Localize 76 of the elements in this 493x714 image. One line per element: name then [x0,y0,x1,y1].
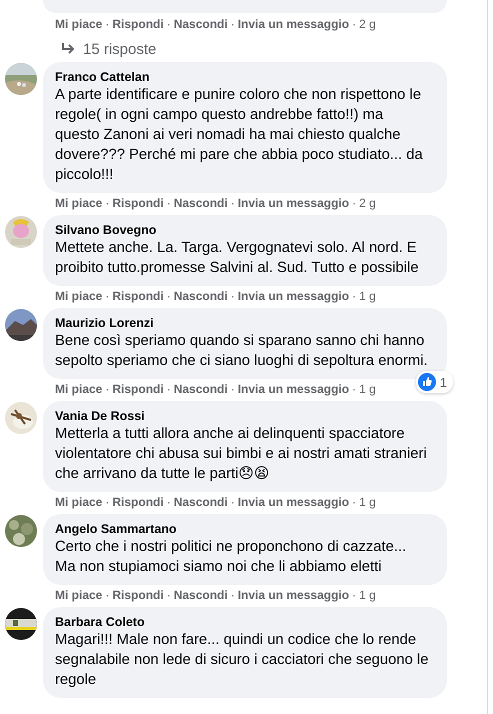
timestamp: 1 g [359,588,376,602]
separator-dot: · [352,17,356,31]
action-link[interactable]: Nascondi [174,382,228,396]
author-name[interactable]: Silvano Bovegno [55,222,435,238]
author-name[interactable]: Vania De Rossi [55,408,435,424]
action-link[interactable]: Nascondi [174,196,228,210]
comment-text: Certo che i nostri politici ne proponchono di cazzate... Ma non stupiamoci siamo noi che li abbiamo eletti [55,538,408,577]
separator-dot: · [352,382,356,396]
timestamp: 1 g [359,289,376,303]
action-link[interactable]: Mi piace [55,588,102,602]
author-name[interactable]: Barbara Coleto [55,614,435,630]
timestamp: 2 g [359,196,376,210]
action-link[interactable]: Nascondi [174,588,228,602]
reply-arrow-icon [61,43,75,55]
action-link[interactable]: Mi piace [55,382,102,396]
avatar [5,515,37,547]
timestamp: 2 g [359,17,376,31]
action-link[interactable]: Mi piace [55,17,102,31]
separator-dot: · [352,289,356,303]
comment-text: Magari!!! Male non fare... quindi un codice che lo rende segnalabile non lede di sicuro i cacciatori che seguono le regole [55,631,430,690]
author-name[interactable]: Maurizio Lorenzi [55,315,435,331]
comment-text: Mettete anche. La. Targa. Vergognatevi solo. Al nord. E proibito tutto.promesse Salvini al. Sud. Tutto e possibile [55,239,420,278]
action-link[interactable]: Rispondi [112,196,164,210]
action-link[interactable]: Invia un messaggio [238,196,350,210]
timestamp: 1 g [359,495,376,509]
separator-dot: · [230,289,235,303]
action-link[interactable]: Mi piace [55,289,102,303]
separator-dot: · [105,588,110,602]
separator-dot: · [230,17,235,31]
like-icon [418,373,436,391]
separator-dot: · [230,588,235,602]
separator-dot: · [105,196,110,210]
comment-text: A parte identificare e punire coloro che non rispettono le regole( in ogni campo questo andrebbe fatto!!) ma questo Zanoni ai veri nomadi ha mai chiesto qualche dovere??? Perché mi pare che abbia poco studiato... da piccolo!!! [55,86,424,185]
action-link[interactable]: Mi piace [55,495,102,509]
action-link[interactable]: Invia un messaggio [238,289,350,303]
reaction-badge[interactable]: 1 [416,371,453,393]
author-name[interactable]: Angelo Sammartano [55,521,435,537]
separator-dot: · [105,382,110,396]
avatar [5,216,37,248]
action-link[interactable]: Rispondi [112,17,164,31]
comment-text: Metterla a tutti allora anche ai delinquenti spacciatore violentatore chi abusa sui bimbi e ai nostri amati stranieri che arrivano da tutte le parti😞😫 [55,425,428,484]
separator-dot: · [105,495,110,509]
avatar [5,608,37,640]
separator-dot: · [166,196,171,210]
separator-dot: · [230,196,235,210]
separator-dot: · [166,17,171,31]
separator-dot: · [105,17,110,31]
action-link[interactable]: Invia un messaggio [238,588,350,602]
action-link[interactable]: Invia un messaggio [238,495,350,509]
author-name[interactable]: Franco Cattelan [55,69,435,85]
separator-dot: · [352,196,356,210]
separator-dot: · [230,382,235,396]
action-link[interactable]: Rispondi [112,588,164,602]
action-link[interactable]: Rispondi [112,289,164,303]
separator-dot: · [166,289,171,303]
action-link[interactable]: Rispondi [112,495,164,509]
separator-dot: · [166,588,171,602]
action-link[interactable]: Nascondi [174,289,228,303]
separator-dot: · [352,588,356,602]
avatar [5,402,37,434]
avatar [5,309,37,341]
action-link[interactable]: Invia un messaggio [238,382,350,396]
separator-dot: · [166,495,171,509]
action-link[interactable]: Invia un messaggio [238,17,350,31]
timestamp: 1 g [359,382,376,396]
action-link[interactable]: Nascondi [174,17,228,31]
separator-dot: · [230,495,235,509]
action-link[interactable]: Nascondi [174,495,228,509]
action-link[interactable]: Mi piace [55,196,102,210]
separator-dot: · [352,495,356,509]
separator-dot: · [166,382,171,396]
avatar [5,63,37,95]
comment-text: Bene così speriamo quando si sparano sanno chi hanno sepolto speriamo che ci siano luoghi di sepoltura enormi. [55,332,429,371]
action-link[interactable]: Rispondi [112,382,164,396]
replies-link[interactable]: 15 risposte [61,40,487,58]
separator-dot: · [105,289,110,303]
